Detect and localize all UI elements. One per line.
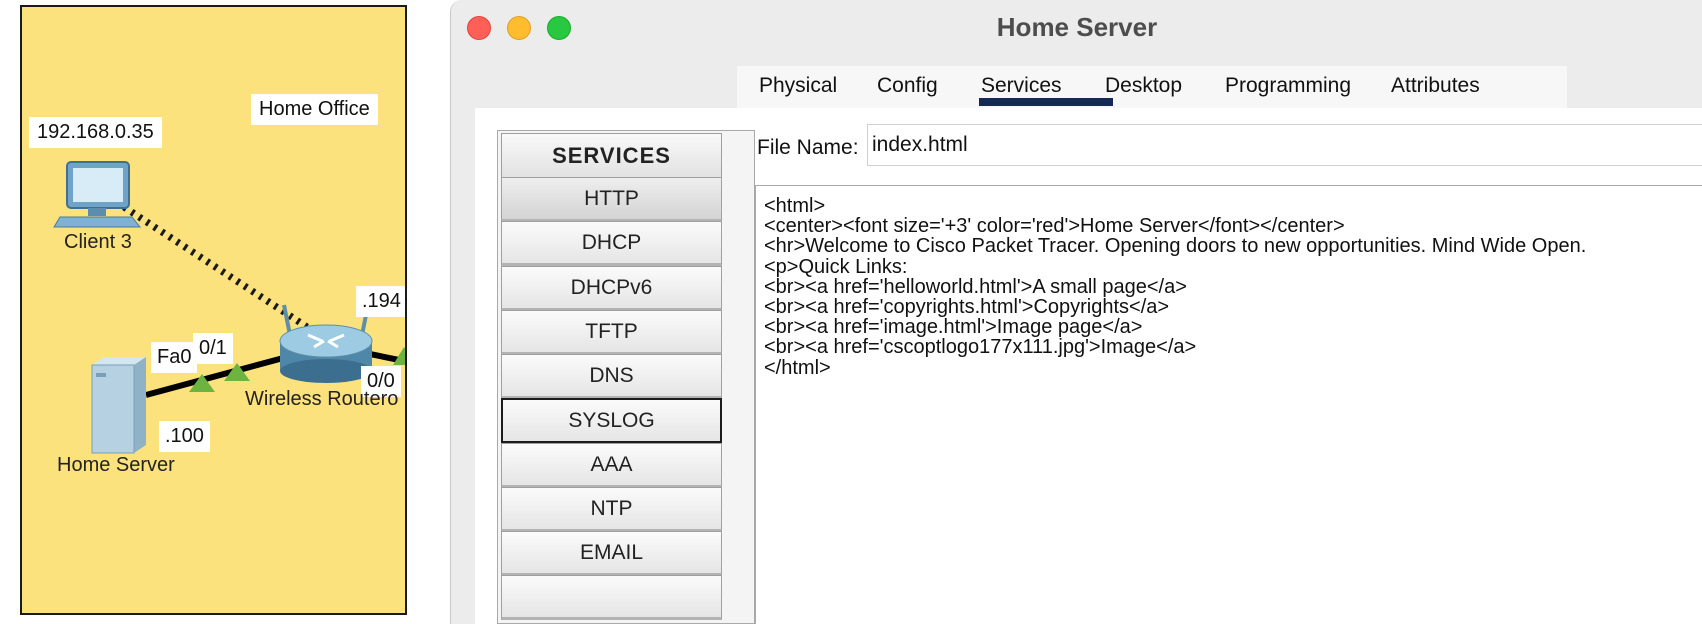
service-item-dhcpv6[interactable]: DHCPv6 [501,266,722,311]
tab-attributes[interactable]: Attributes [1391,74,1480,98]
services-content: SERVICES HTTP DHCP DHCPv6 TFTP DNS SYSLO… [475,108,1702,624]
file-name-input[interactable] [867,124,1702,166]
file-name-label: File Name: [757,136,859,159]
wireless-link [122,204,309,330]
services-list: SERVICES HTTP DHCP DHCPv6 TFTP DNS SYSLO… [497,130,755,624]
link-light-router-wan [393,347,405,365]
service-item-http[interactable]: HTTP [501,177,722,222]
active-tab-indicator [979,98,1113,106]
pc-icon[interactable] [53,161,142,228]
tab-bar: Physical Config Services Desktop Program… [737,66,1567,108]
tab-desktop[interactable]: Desktop [1105,74,1182,98]
topology-canvas[interactable]: Home Office 192.168.0.35 Client 3 .194 F… [20,5,407,615]
server-port-label: Fa0 [151,342,198,373]
service-item-dns[interactable]: DNS [501,354,722,399]
server-ip-label: .100 [159,421,210,452]
service-item-syslog[interactable]: SYSLOG [501,398,722,443]
service-item-more[interactable] [501,575,722,620]
service-item-tftp[interactable]: TFTP [501,310,722,355]
device-window: Home Server Physical Config Services Des… [450,0,1702,624]
router-lan-port-label: 0/1 [193,333,233,364]
service-item-ntp[interactable]: NTP [501,487,722,532]
tab-programming[interactable]: Programming [1225,74,1351,98]
service-item-dhcp[interactable]: DHCP [501,221,722,266]
service-item-aaa[interactable]: AAA [501,443,722,488]
window-titlebar[interactable]: Home Server [451,0,1702,56]
client-name-label: Client 3 [64,231,132,253]
server-icon[interactable] [91,357,146,454]
router-wan-ip-label: .194 [356,286,405,317]
tab-config[interactable]: Config [877,74,938,98]
services-list-header: SERVICES [501,133,722,178]
service-item-email[interactable]: EMAIL [501,531,722,576]
area-label-home-office: Home Office [251,94,378,125]
window-title: Home Server [996,12,1158,42]
tab-physical[interactable]: Physical [759,74,837,98]
tab-services[interactable]: Services [981,74,1062,98]
client-ip-label: 192.168.0.35 [29,117,162,148]
server-name-label: Home Server [57,454,175,476]
html-editor-textarea[interactable]: <html> <center><font size='+3' color='re… [755,185,1702,624]
router-name-label: Wireless Routero [245,388,399,410]
